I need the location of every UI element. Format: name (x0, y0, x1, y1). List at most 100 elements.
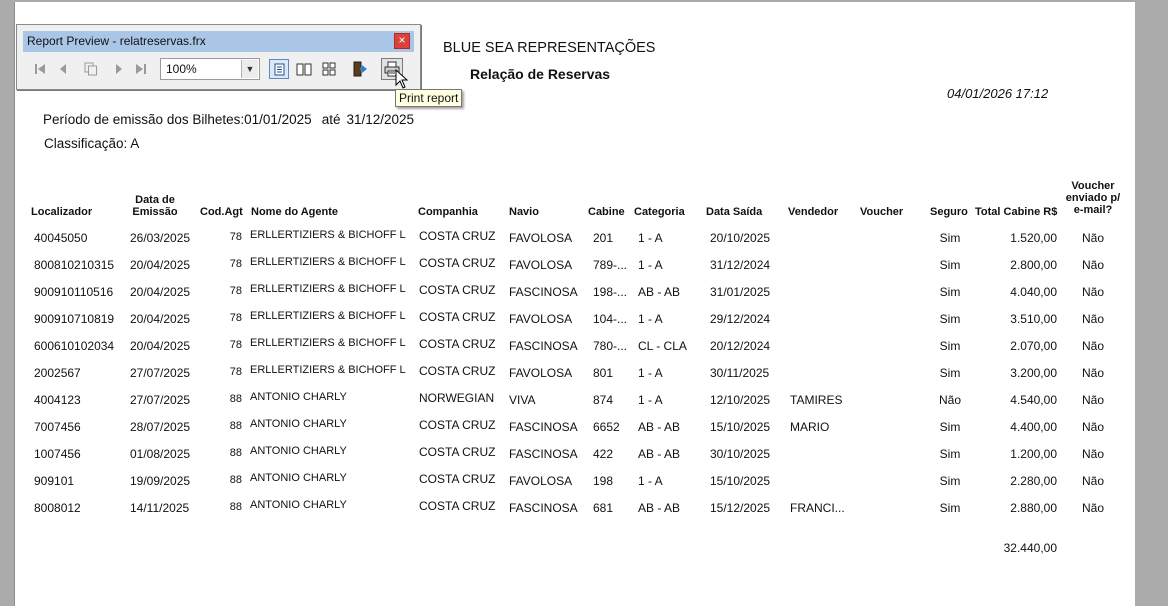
cell-data: 19/09/2025 (130, 474, 191, 488)
cell-companhia: COSTA CRUZ (419, 256, 496, 270)
cell-data: 01/08/2025 (130, 447, 191, 461)
cell-total: 3.510,00 (1010, 312, 1057, 326)
cell-agente: ANTONIO CHARLY (250, 391, 347, 403)
previous-page-button[interactable] (53, 59, 73, 79)
cell-navio: FAVOLOSA (509, 366, 573, 380)
cell-navio: FASCINOSA (509, 501, 578, 515)
period-until: até (321, 112, 341, 127)
period-label: Período de emissão dos Bilhetes:01/01/20… (43, 112, 312, 127)
cell-enviado: Não (1081, 393, 1104, 407)
report-datetime: 04/01/2026 17:12 (947, 86, 1049, 101)
cell-categoria: 1 - A (638, 393, 663, 407)
cell-data: 27/07/2025 (130, 366, 191, 380)
cell-localizador: 4004123 (34, 393, 81, 407)
col-nome-agente: Nome do Agente (251, 206, 338, 218)
col-cabine: Cabine (588, 206, 625, 218)
cell-vendedor: TAMIRES (790, 393, 843, 407)
cell-total: 2.800,00 (1010, 258, 1057, 272)
cell-agente: ANTONIO CHARLY (250, 445, 347, 457)
report-page: BLUE SEA REPRESENTAÇÕES Relação de Reser… (14, 2, 1135, 606)
cell-cabine: 681 (593, 501, 614, 515)
cell-vendedor: MARIO (790, 420, 830, 434)
cell-categoria: AB - AB (638, 447, 681, 461)
cell-saida: 20/12/2024 (710, 339, 771, 353)
cell-seguro: Sim (939, 474, 961, 488)
cell-navio: FASCINOSA (509, 285, 578, 299)
cell-saida: 31/12/2024 (710, 258, 771, 272)
cell-localizador: 909101 (34, 474, 75, 488)
cell-enviado: Não (1081, 501, 1104, 515)
cell-saida: 15/10/2025 (710, 420, 771, 434)
col-companhia: Companhia (418, 206, 478, 218)
col-localizador: Localizador (31, 206, 93, 218)
cell-localizador: 8008012 (34, 501, 81, 515)
cell-cabine: 874 (593, 393, 614, 407)
cell-enviado: Não (1081, 339, 1104, 353)
print-report-tooltip: Print report (395, 89, 463, 107)
cell-categoria: 1 - A (638, 366, 663, 380)
chevron-down-icon[interactable]: ▼ (241, 60, 258, 78)
cell-cabine: 201 (593, 231, 614, 245)
copy-icon (84, 62, 97, 76)
two-pages-icon (296, 63, 312, 75)
cell-cabine: 198 (593, 474, 614, 488)
zoom-select[interactable]: 100% ▼ (160, 58, 260, 80)
cell-enviado: Não (1081, 420, 1104, 434)
col-vendedor: Vendedor (788, 206, 839, 218)
cell-companhia: COSTA CRUZ (419, 229, 496, 243)
cell-agente: ERLLERTIZIERS & BICHOFF L (250, 229, 406, 241)
cell-total: 4.400,00 (1010, 420, 1057, 434)
cell-localizador: 40045050 (34, 231, 88, 245)
cell-total: 2.070,00 (1010, 339, 1057, 353)
cell-cod: 88 (229, 474, 242, 486)
report-preview-window[interactable]: Report Preview - relatreservas.frx × 100… (16, 24, 421, 90)
cell-data: 20/04/2025 (130, 285, 191, 299)
exit-button[interactable] (350, 59, 370, 79)
cell-navio: FAVOLOSA (509, 231, 573, 245)
last-page-button[interactable] (131, 59, 151, 79)
two-pages-button[interactable] (294, 59, 314, 79)
cell-seguro: Sim (939, 312, 961, 326)
cell-agente: ERLLERTIZIERS & BICHOFF L (250, 283, 406, 295)
cell-seguro: Sim (939, 366, 961, 380)
cell-total: 2.880,00 (1010, 501, 1057, 515)
cell-localizador: 800810210315 (34, 258, 115, 272)
cell-companhia: COSTA CRUZ (419, 445, 496, 459)
cell-companhia: COSTA CRUZ (419, 310, 496, 324)
cell-saida: 20/10/2025 (710, 231, 771, 245)
one-page-button[interactable] (269, 59, 289, 79)
cell-seguro: Sim (939, 420, 961, 434)
cell-localizador: 2002567 (34, 366, 81, 380)
cell-localizador: 900910710819 (34, 312, 115, 326)
cell-agente: ANTONIO CHARLY (250, 472, 347, 484)
cell-cabine: 422 (593, 447, 614, 461)
cell-enviado: Não (1081, 474, 1104, 488)
emission-period: Período de emissão dos Bilhetes:01/01/20… (43, 112, 414, 127)
cell-agente: ANTONIO CHARLY (250, 499, 347, 511)
four-pages-button[interactable] (319, 59, 339, 79)
col-data-saida: Data Saída (706, 206, 763, 218)
window-title: Report Preview - relatreservas.frx (27, 34, 206, 48)
first-page-button[interactable] (30, 59, 50, 79)
cell-companhia: COSTA CRUZ (419, 283, 496, 297)
copy-button[interactable] (81, 59, 101, 79)
cell-total: 1.200,00 (1010, 447, 1057, 461)
cell-agente: ERLLERTIZIERS & BICHOFF L (250, 364, 406, 376)
next-page-button[interactable] (109, 59, 129, 79)
window-titlebar[interactable]: Report Preview - relatreservas.frx × (23, 31, 414, 52)
cell-cod: 78 (229, 312, 242, 324)
cell-companhia: COSTA CRUZ (419, 472, 496, 486)
classification: Classificação: A (44, 136, 140, 151)
close-button[interactable]: × (394, 33, 410, 49)
cell-cod: 88 (229, 501, 242, 513)
cell-seguro: Sim (939, 501, 961, 515)
col-data-emissao: Data de Emissão (132, 194, 178, 218)
cell-categoria: 1 - A (638, 474, 663, 488)
cell-companhia: COSTA CRUZ (419, 337, 496, 351)
cell-total: 4.540,00 (1010, 393, 1057, 407)
cell-data: 26/03/2025 (130, 231, 191, 245)
cell-navio: FASCINOSA (509, 447, 578, 461)
cell-categoria: 1 - A (638, 312, 663, 326)
cell-cod: 78 (229, 285, 242, 297)
cell-cod: 78 (229, 258, 242, 270)
